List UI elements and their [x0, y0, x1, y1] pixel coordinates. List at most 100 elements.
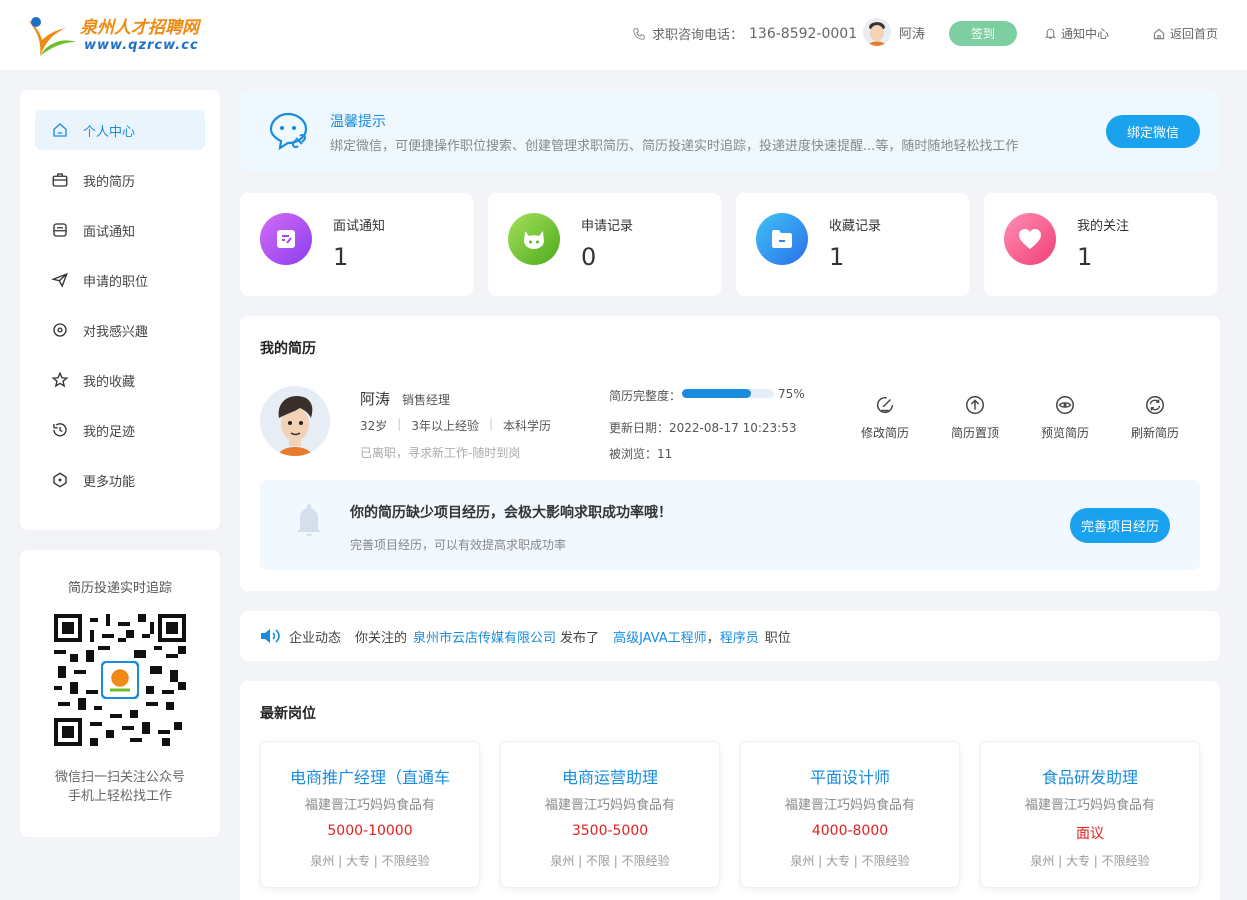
sidebar-item-label: 个人中心	[83, 124, 136, 140]
stat-label: 我的关注	[1077, 219, 1130, 234]
job-card[interactable]: 平面设计师 福建晋江巧妈妈食品有 4000-8000 泉州 | 大专 | 不限经…	[740, 741, 960, 888]
edit-icon	[876, 396, 894, 414]
stat-card-applications[interactable]: 申请记录 0	[488, 193, 721, 296]
notification-center-link[interactable]: 通知中心	[1044, 25, 1109, 42]
sidebar-item-label: 我的足迹	[83, 424, 136, 440]
qr-code-icon[interactable]	[54, 614, 186, 746]
update-label: 更新日期：	[609, 421, 670, 435]
sidebar-item-favorites[interactable]: 我的收藏	[35, 360, 205, 400]
stat-card-favorites[interactable]: 收藏记录 1	[736, 193, 969, 296]
news-job-link[interactable]: 程序员	[720, 627, 759, 646]
tips-title: 温馨提示	[330, 114, 386, 130]
logo-url: www.qzrcw.cc	[84, 38, 199, 53]
jobs-section-title: 最新岗位	[260, 706, 316, 722]
views-label: 被浏览：	[609, 447, 658, 461]
stat-card-following[interactable]: 我的关注 1	[984, 193, 1217, 296]
job-salary: 4000-8000	[811, 823, 889, 839]
top-resume-button[interactable]: 简历置顶	[940, 394, 1010, 441]
sign-in-button[interactable]: 签到	[949, 21, 1017, 46]
avatar-icon	[868, 22, 886, 46]
consult-phone: 求职咨询电话： 136-8592-0001	[632, 24, 857, 43]
resume-panel: 我的简历 阿涛 销售经理 32岁 | 3年以上经验 | 本科学历 已离职，寻求新…	[240, 316, 1220, 591]
news-label: 企业动态	[289, 630, 342, 646]
job-meta: 泉州 | 大专 | 不限经验	[790, 854, 910, 868]
qr-desc-1: 微信扫一扫关注公众号	[54, 770, 185, 785]
job-card[interactable]: 电商运营助理 福建晋江巧妈妈食品有 3500-5000 泉州 | 不限 | 不限…	[500, 741, 720, 888]
phone-label: 求职咨询电话：	[652, 28, 744, 43]
qr-desc-2: 手机上轻松找工作	[67, 789, 172, 804]
resume-warning: 你的简历缺少项目经历，会极大影响求职成功率哦！ 完善项目经历，可以有效提高求职成…	[260, 480, 1200, 570]
phone-number: 136-8592-0001	[749, 25, 858, 42]
job-title: 电商推广经理（直通车	[289, 768, 450, 787]
back-home-link[interactable]: 返回首页	[1152, 25, 1218, 42]
sidebar-item-more[interactable]: 更多功能	[35, 460, 205, 500]
resume-education: 本科学历	[503, 419, 552, 433]
edit-resume-button[interactable]: 修改简历	[850, 394, 920, 441]
interview-stat-icon	[260, 213, 312, 265]
news-prefix: 你关注的	[355, 630, 408, 646]
stat-card-interview[interactable]: 面试通知 1	[240, 193, 473, 296]
resume-job-status: 已离职，寻求新工作-随时到岗	[360, 446, 521, 460]
tips-banner: 温馨提示 绑定微信，可便捷操作职位搜索、创建管理求职简历、简历投递实时追踪，投递…	[240, 90, 1220, 172]
completeness-progress-fill	[682, 389, 751, 398]
resume-meta: 32岁 | 3年以上经验 | 本科学历	[360, 417, 551, 434]
news-company-link[interactable]: 泉州市云店传媒有限公司	[413, 627, 556, 646]
bind-wechat-button[interactable]: 绑定微信	[1106, 115, 1200, 148]
complete-project-button[interactable]: 完善项目经历	[1070, 508, 1170, 543]
avatar	[260, 386, 330, 456]
job-company: 福建晋江巧妈妈食品有	[304, 798, 435, 813]
job-title: 平面设计师	[809, 768, 890, 787]
stat-label: 面试通知	[333, 219, 386, 234]
eye-icon	[1056, 396, 1074, 414]
stat-value: 1	[1077, 243, 1093, 271]
sidebar-item-applied-jobs[interactable]: 申请的职位	[35, 260, 205, 300]
heart-stat-icon	[1004, 213, 1056, 265]
sidebar-item-interview[interactable]: 面试通知	[35, 210, 205, 250]
history-icon	[53, 423, 67, 437]
job-card[interactable]: 食品研发助理 福建晋江巧妈妈食品有 面议 泉州 | 大专 | 不限经验	[980, 741, 1200, 888]
wechat-link-icon	[269, 112, 308, 151]
sidebar-item-label: 我的简历	[83, 174, 136, 190]
news-comma: ，	[706, 630, 720, 646]
notification-label: 通知中心	[1061, 27, 1110, 41]
sidebar-item-my-resume[interactable]: 我的简历	[35, 160, 205, 200]
latest-jobs-panel: 最新岗位 电商推广经理（直通车 福建晋江巧妈妈食品有 5000-10000 泉州…	[240, 681, 1220, 900]
job-salary: 面议	[1076, 826, 1104, 842]
job-meta: 泉州 | 不限 | 不限经验	[550, 854, 670, 868]
preview-resume-button[interactable]: 预览简历	[1030, 394, 1100, 441]
stat-value: 1	[829, 243, 845, 271]
stat-value: 0	[581, 243, 597, 271]
update-value: 2022-08-17 10:23:53	[669, 421, 797, 435]
completeness-value: 75%	[778, 387, 805, 401]
job-card[interactable]: 电商推广经理（直通车 福建晋江巧妈妈食品有 5000-10000 泉州 | 大专…	[260, 741, 480, 888]
arrow-up-circle-icon	[966, 396, 984, 414]
home-label: 返回首页	[1170, 27, 1219, 41]
logo-text: 泉州人才招聘网	[80, 18, 199, 38]
news-job-link[interactable]: 高级JAVA工程师	[613, 627, 707, 646]
home-icon	[1153, 28, 1165, 39]
avatar-icon	[278, 396, 313, 456]
site-logo[interactable]: 泉州人才招聘网 www.qzrcw.cc	[22, 10, 212, 60]
bell-icon	[1044, 28, 1057, 39]
stat-label: 申请记录	[581, 219, 634, 234]
sidebar-menu: 个人中心 我的简历 面试通知 申请的职位 对我感兴趣 我的收藏 我的足迹 更多功…	[20, 90, 220, 530]
user-menu[interactable]: 阿涛	[863, 18, 925, 46]
divider: |	[397, 417, 402, 431]
sidebar-item-interested[interactable]: 对我感兴趣	[35, 310, 205, 350]
sidebar-item-label: 更多功能	[83, 474, 136, 490]
sidebar-item-personal-center[interactable]: 个人中心	[35, 110, 205, 150]
sidebar-item-label: 我的收藏	[83, 374, 136, 390]
username: 阿涛	[899, 26, 926, 42]
resume-section-title: 我的简历	[260, 341, 316, 357]
job-salary: 3500-5000	[571, 823, 649, 839]
sidebar-item-footprint[interactable]: 我的足迹	[35, 410, 205, 450]
qr-panel: 简历投递实时追踪 微信扫一扫关注公众号 手机上轻松找工作	[20, 550, 220, 837]
job-meta: 泉州 | 大专 | 不限经验	[1030, 854, 1150, 868]
action-label: 刷新简历	[1130, 426, 1179, 440]
refresh-resume-button[interactable]: 刷新简历	[1120, 394, 1190, 441]
bell-icon	[297, 504, 321, 537]
warning-title: 你的简历缺少项目经历，会极大影响求职成功率哦！	[350, 505, 672, 521]
job-title: 电商运营助理	[561, 768, 658, 787]
update-date: 更新日期：2022-08-17 10:23:53	[609, 419, 796, 436]
resume-age: 32岁	[360, 419, 388, 433]
